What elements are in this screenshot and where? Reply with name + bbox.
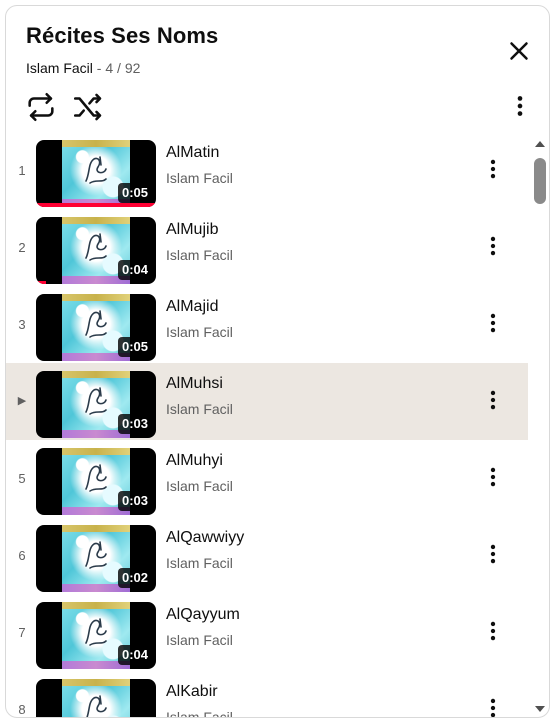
video-channel[interactable]: Islam Facil — [166, 478, 233, 494]
more-vert-icon — [517, 96, 523, 116]
video-title[interactable]: AlKabir — [166, 683, 218, 701]
item-more-button[interactable] — [480, 618, 506, 644]
calligraphy-icon — [85, 387, 107, 415]
more-vert-icon — [490, 621, 496, 641]
video-channel[interactable]: Islam Facil — [166, 709, 233, 717]
subtitle-separator: - — [96, 60, 102, 76]
shuffle-button[interactable] — [71, 90, 105, 124]
item-index: 8 — [18, 702, 26, 717]
item-index: 6 — [18, 548, 26, 563]
scroll-up-arrow-icon[interactable] — [534, 140, 546, 148]
item-index: 5 — [18, 471, 26, 486]
loop-button[interactable] — [24, 90, 58, 124]
video-thumbnail[interactable]: 0:04 — [36, 217, 156, 284]
video-channel[interactable]: Islam Facil — [166, 247, 233, 263]
playlist-item[interactable]: 8 AlKabir Islam Facil — [6, 671, 528, 717]
calligraphy-icon — [85, 310, 107, 338]
scroll-down-arrow-icon[interactable] — [534, 705, 546, 713]
video-duration: 0:05 — [117, 337, 152, 357]
playlist-item[interactable]: 1 0:05 AlMatin Islam Facil — [6, 136, 528, 209]
calligraphy-icon — [85, 464, 107, 492]
video-title[interactable]: AlMuhsi — [166, 375, 223, 393]
item-index: 7 — [18, 625, 26, 640]
video-duration: 0:03 — [117, 491, 152, 511]
playlist-panel: Récites Ses Noms Islam Facil - 4 / 92 1 … — [5, 5, 550, 718]
watched-progress-bar — [36, 281, 46, 284]
more-vert-icon — [490, 159, 496, 179]
video-duration: 0:04 — [117, 260, 152, 280]
play-indicator-icon: ▶ — [17, 395, 27, 407]
video-title[interactable]: AlMujib — [166, 221, 218, 239]
loop-icon — [28, 92, 54, 122]
playlist-item[interactable]: 7 0:04 AlQayyum Islam Facil — [6, 594, 528, 671]
close-button[interactable] — [504, 36, 534, 66]
playlist-item[interactable]: 6 0:02 AlQawwiyy Islam Facil — [6, 517, 528, 594]
scrollbar-thumb[interactable] — [534, 158, 546, 204]
watched-progress-bar — [36, 203, 156, 207]
scrollbar[interactable] — [528, 136, 549, 717]
video-thumbnail[interactable]: 0:04 — [36, 602, 156, 669]
calligraphy-icon — [85, 541, 107, 569]
more-vert-icon — [490, 390, 496, 410]
video-thumbnail[interactable]: 0:05 — [36, 140, 156, 207]
video-title[interactable]: AlMatin — [166, 144, 219, 162]
video-duration: 0:04 — [117, 645, 152, 665]
item-more-button[interactable] — [480, 233, 506, 259]
video-thumbnail[interactable] — [36, 679, 156, 717]
shuffle-icon — [73, 93, 102, 121]
calligraphy-icon — [85, 618, 107, 646]
item-index: 3 — [18, 317, 26, 332]
calligraphy-icon — [86, 695, 107, 717]
video-channel[interactable]: Islam Facil — [166, 401, 233, 417]
video-channel[interactable]: Islam Facil — [166, 324, 233, 340]
video-title[interactable]: AlMajid — [166, 298, 218, 316]
video-duration: 0:05 — [117, 183, 152, 203]
item-more-button[interactable] — [480, 541, 506, 567]
calligraphy-icon — [85, 233, 107, 261]
item-index: 1 — [18, 163, 26, 178]
more-vert-icon — [490, 544, 496, 564]
playlist-item[interactable]: 5 0:03 AlMuhyi Islam Facil — [6, 440, 528, 517]
item-more-button[interactable] — [480, 310, 506, 336]
playlist-items: 1 0:05 AlMatin Islam Facil 2 0:04 AlMujib Islam… — [6, 136, 528, 717]
video-channel[interactable]: Islam Facil — [166, 632, 233, 648]
video-title[interactable]: AlQawwiyy — [166, 529, 244, 547]
more-vert-icon — [490, 236, 496, 256]
thumbnail-artwork — [62, 679, 130, 717]
video-channel[interactable]: Islam Facil — [166, 555, 233, 571]
video-duration: 0:02 — [117, 568, 152, 588]
video-thumbnail[interactable]: 0:05 — [36, 294, 156, 361]
more-vert-icon — [490, 698, 496, 717]
video-channel[interactable]: Islam Facil — [166, 170, 233, 186]
item-more-button[interactable] — [480, 695, 506, 717]
playlist-channel-link[interactable]: Islam Facil — [26, 60, 93, 76]
item-more-button[interactable] — [480, 156, 506, 182]
playlist-item[interactable]: ▶ 0:03 AlMuhsi Islam Facil — [6, 363, 528, 440]
playlist-title[interactable]: Récites Ses Noms — [26, 23, 218, 49]
playlist-more-button[interactable] — [506, 92, 534, 120]
more-vert-icon — [490, 467, 496, 487]
close-icon — [510, 42, 528, 60]
video-duration: 0:03 — [117, 414, 152, 434]
video-thumbnail[interactable]: 0:02 — [36, 525, 156, 592]
more-vert-icon — [490, 313, 496, 333]
item-more-button[interactable] — [480, 464, 506, 490]
video-title[interactable]: AlMuhyi — [166, 452, 223, 470]
playlist-position: 4 / 92 — [105, 60, 141, 76]
video-thumbnail[interactable]: 0:03 — [36, 371, 156, 438]
playlist-item[interactable]: 3 0:05 AlMajid Islam Facil — [6, 286, 528, 363]
item-more-button[interactable] — [480, 387, 506, 413]
video-thumbnail[interactable]: 0:03 — [36, 448, 156, 515]
calligraphy-icon — [85, 156, 107, 184]
playlist-item[interactable]: 2 0:04 AlMujib Islam Facil — [6, 209, 528, 286]
playlist-subtitle: Islam Facil - 4 / 92 — [26, 60, 140, 76]
video-title[interactable]: AlQayyum — [166, 606, 240, 624]
item-index: 2 — [18, 240, 26, 255]
